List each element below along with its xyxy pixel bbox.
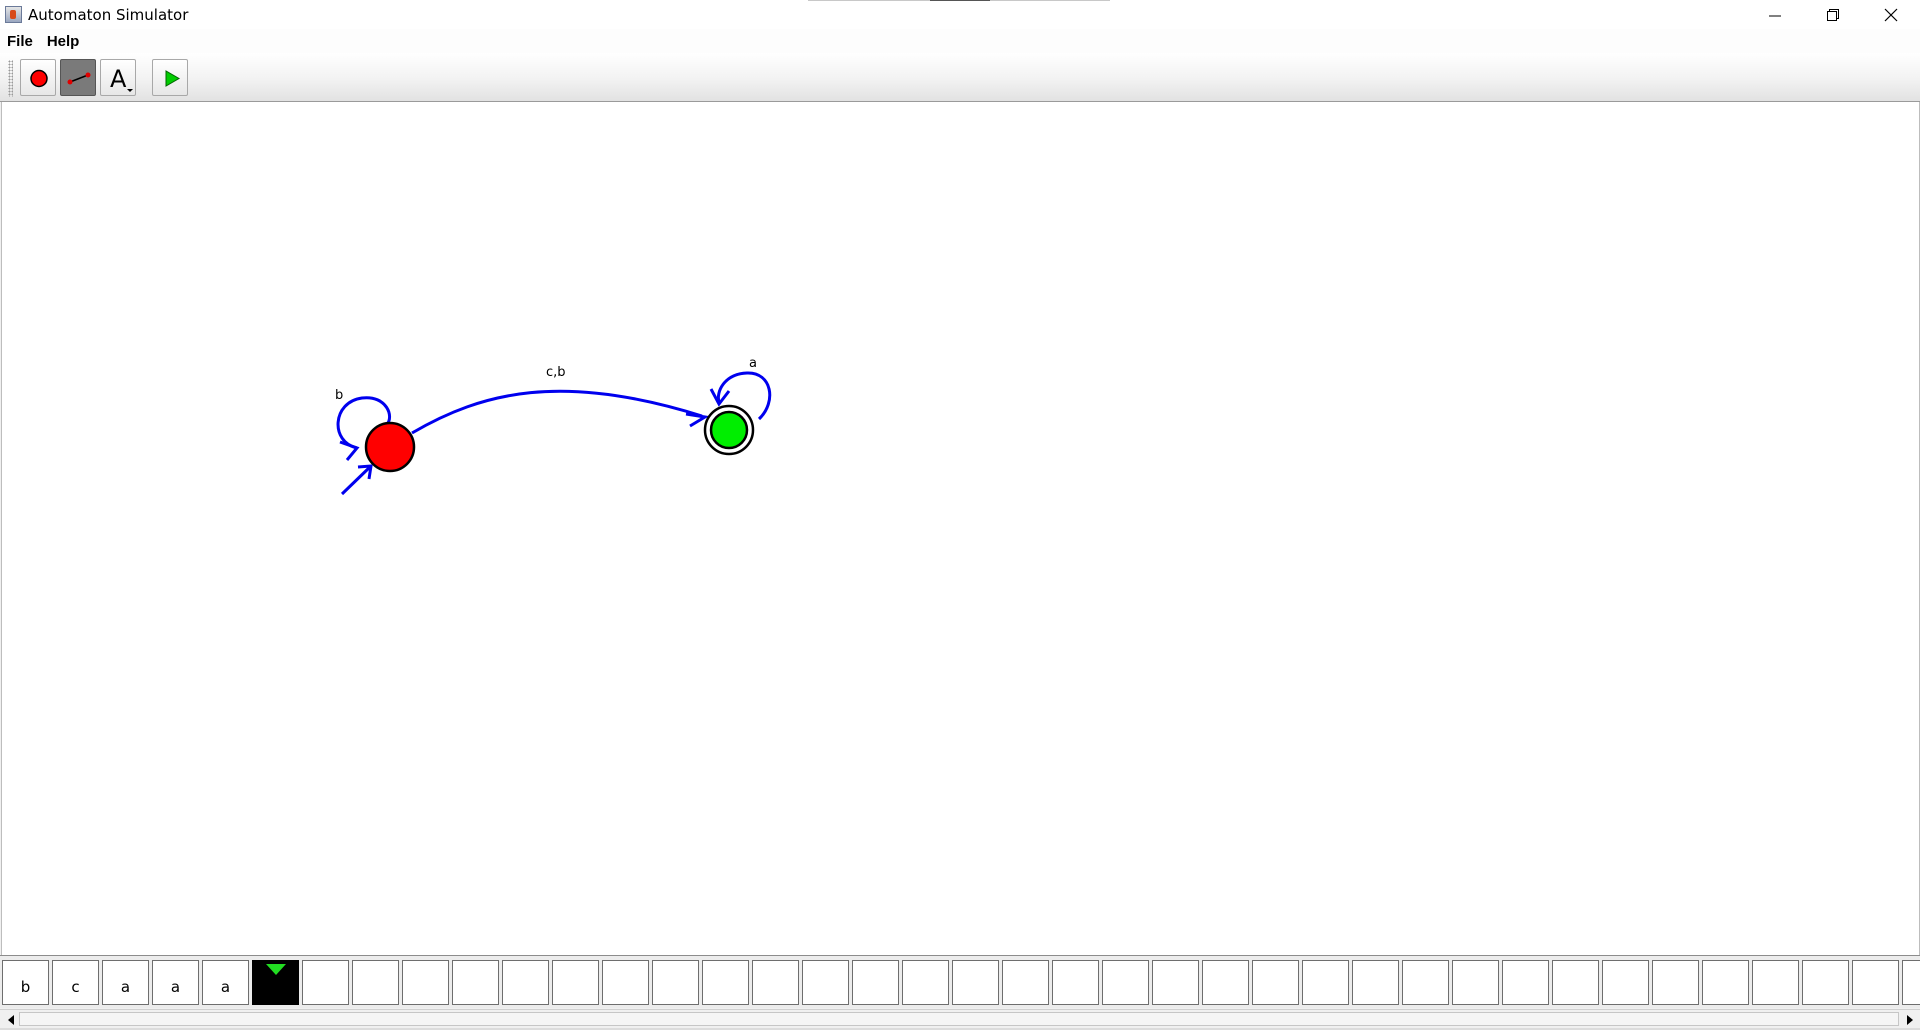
tape-cell[interactable] bbox=[1252, 960, 1299, 1005]
menu-help[interactable]: Help bbox=[40, 33, 87, 50]
red-circle-icon bbox=[30, 69, 48, 88]
close-button[interactable] bbox=[1862, 0, 1920, 29]
tape-cell[interactable]: a bbox=[152, 960, 199, 1005]
label-tool-button[interactable]: A bbox=[100, 59, 136, 96]
tape-cell[interactable] bbox=[1902, 960, 1920, 1005]
tape-cell[interactable] bbox=[1552, 960, 1599, 1005]
scroll-right-button[interactable] bbox=[1902, 1012, 1917, 1027]
tape-cell-symbol: b bbox=[20, 977, 31, 996]
tape-cell[interactable] bbox=[1752, 960, 1799, 1005]
scroll-left-icon bbox=[7, 1014, 14, 1025]
menu-file[interactable]: File bbox=[0, 33, 40, 50]
tape-cell[interactable] bbox=[1452, 960, 1499, 1005]
tape-cell[interactable] bbox=[652, 960, 699, 1005]
tape-cell[interactable] bbox=[502, 960, 549, 1005]
tape-cell[interactable] bbox=[1802, 960, 1849, 1005]
tape-cell[interactable] bbox=[302, 960, 349, 1005]
tape-cell[interactable] bbox=[1702, 960, 1749, 1005]
tape-head-arrow-icon bbox=[266, 964, 286, 975]
tape-cell[interactable] bbox=[752, 960, 799, 1005]
title-bar: Automaton Simulator bbox=[0, 0, 1920, 29]
state-q1[interactable] bbox=[703, 404, 755, 456]
automaton-canvas[interactable]: b c,b a bbox=[1, 102, 1920, 955]
tape-cell[interactable]: a bbox=[102, 960, 149, 1005]
toolbar: A bbox=[0, 53, 1920, 102]
tape-cell[interactable] bbox=[802, 960, 849, 1005]
transition-q0-q1[interactable]: c,b bbox=[411, 365, 710, 435]
transition-label-cb: c,b bbox=[546, 365, 566, 380]
menu-bar: File Help bbox=[0, 29, 1920, 53]
add-transition-button[interactable] bbox=[60, 59, 96, 96]
tape-cell[interactable] bbox=[1152, 960, 1199, 1005]
transition-label-b: b bbox=[335, 388, 343, 403]
tape-cell[interactable] bbox=[902, 960, 949, 1005]
close-icon bbox=[1884, 8, 1898, 21]
tape-cell[interactable] bbox=[1602, 960, 1649, 1005]
tape-cell[interactable]: b bbox=[2, 960, 49, 1005]
tape-cell[interactable] bbox=[1502, 960, 1549, 1005]
run-button[interactable] bbox=[152, 59, 188, 96]
tape-cells: bcaaa bbox=[2, 960, 1920, 1005]
tape-cell[interactable] bbox=[452, 960, 499, 1005]
restore-icon bbox=[1827, 8, 1839, 21]
toolbar-grip[interactable] bbox=[8, 60, 13, 97]
tape-cell[interactable] bbox=[1202, 960, 1249, 1005]
tape-cell[interactable]: c bbox=[52, 960, 99, 1005]
window-controls bbox=[1746, 0, 1920, 29]
label-tool-glyph: A bbox=[110, 65, 127, 93]
tape-cell[interactable] bbox=[1302, 960, 1349, 1005]
java-app-icon bbox=[5, 6, 22, 23]
tape-cell-symbol: a bbox=[220, 977, 231, 996]
tape-cell[interactable] bbox=[1652, 960, 1699, 1005]
tape-cell[interactable] bbox=[402, 960, 449, 1005]
tape-cell[interactable] bbox=[952, 960, 999, 1005]
scrollbar-thumb[interactable] bbox=[19, 1012, 1899, 1026]
tape-cell[interactable] bbox=[602, 960, 649, 1005]
minimize-icon bbox=[1769, 15, 1781, 16]
window-title: Automaton Simulator bbox=[28, 5, 189, 24]
input-tape: bcaaa bbox=[0, 955, 1920, 1008]
automaton-diagram: b c,b a bbox=[335, 356, 772, 496]
tape-cell[interactable] bbox=[1052, 960, 1099, 1005]
line-icon bbox=[67, 72, 91, 85]
tape-cell[interactable]: a bbox=[202, 960, 249, 1005]
tape-cell[interactable] bbox=[1002, 960, 1049, 1005]
restore-button[interactable] bbox=[1804, 0, 1862, 29]
tape-cell-head[interactable] bbox=[252, 960, 299, 1005]
title-bar-indicator bbox=[808, 0, 1110, 1]
add-state-button[interactable] bbox=[20, 59, 56, 96]
state-q0[interactable] bbox=[364, 421, 416, 473]
scroll-left-button[interactable] bbox=[3, 1012, 18, 1027]
play-icon bbox=[165, 70, 181, 87]
tape-cell[interactable] bbox=[702, 960, 749, 1005]
tape-cell[interactable] bbox=[1402, 960, 1449, 1005]
tape-cell-symbol: c bbox=[71, 977, 80, 996]
tape-cell[interactable] bbox=[1852, 960, 1899, 1005]
tape-cell[interactable] bbox=[1352, 960, 1399, 1005]
transition-label-a: a bbox=[749, 356, 757, 371]
tape-cell[interactable] bbox=[352, 960, 399, 1005]
letter-a-icon: A bbox=[110, 65, 133, 93]
tape-cell[interactable] bbox=[552, 960, 599, 1005]
tape-cell[interactable] bbox=[852, 960, 899, 1005]
scroll-right-icon bbox=[1906, 1014, 1913, 1025]
horizontal-scrollbar[interactable] bbox=[0, 1009, 1920, 1029]
tape-cell-symbol: a bbox=[120, 977, 131, 996]
start-arrow bbox=[340, 464, 373, 496]
tape-cell-symbol: a bbox=[170, 977, 181, 996]
tape-cell[interactable] bbox=[1102, 960, 1149, 1005]
minimize-button[interactable] bbox=[1746, 0, 1804, 29]
